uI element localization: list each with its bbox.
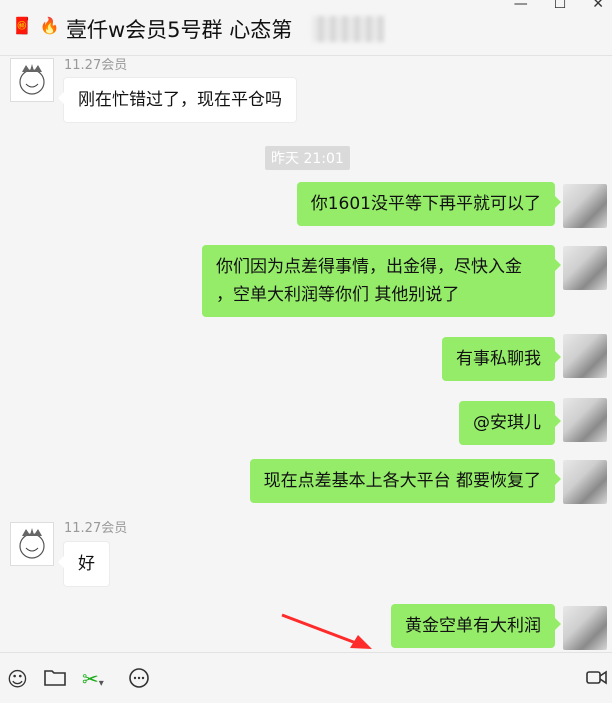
input-toolbar: ☺ ✂▾ xyxy=(0,652,612,703)
chat-title: 壹仟w会员5号群 心态第 xyxy=(66,18,293,42)
message-bubble[interactable]: 刚在忙错过了，现在平仓吗 xyxy=(58,77,297,123)
minimize-button[interactable]: — xyxy=(514,0,528,12)
message-line: 你们因为点差得事情，出金得，尽快入金 xyxy=(216,257,522,277)
message-bubble[interactable]: 你们因为点差得事情，出金得，尽快入金 ，空单大利润等你们 其他别说了 xyxy=(202,245,561,317)
avatar[interactable] xyxy=(563,246,607,290)
close-button[interactable]: ✕ xyxy=(592,0,604,12)
emoji-icon[interactable]: ☺ xyxy=(7,667,28,691)
avatar[interactable] xyxy=(10,58,54,102)
red-arrow-annotation xyxy=(281,613,372,649)
maximize-button[interactable]: ☐ xyxy=(554,0,567,12)
sender-name: 11.27会员 xyxy=(64,521,128,536)
message-bubble[interactable]: 好 xyxy=(58,541,110,587)
fire-icon: 🔥 xyxy=(39,16,60,35)
red-envelope-icon: 🧧 xyxy=(12,16,32,35)
sender-name: 11.27会员 xyxy=(64,58,128,73)
message-bubble[interactable]: 黄金空单有大利润 xyxy=(391,604,561,648)
avatar[interactable] xyxy=(563,184,607,228)
blurred-title-tail xyxy=(312,16,384,42)
message-bubble[interactable]: 有事私聊我 xyxy=(442,337,561,381)
avatar[interactable] xyxy=(563,606,607,650)
window-controls: — ☐ ✕ xyxy=(514,0,604,12)
title-bar: 🧧 🔥 壹仟w会员5号群 心态第 — ☐ ✕ xyxy=(0,0,612,56)
title-icons: 🧧 🔥 xyxy=(12,16,60,35)
scissors-icon[interactable]: ✂▾ xyxy=(82,667,104,691)
avatar[interactable] xyxy=(563,460,607,504)
message-line: ，空单大利润等你们 其他别说了 xyxy=(216,285,460,305)
avatar[interactable] xyxy=(10,522,54,566)
chat-area: 11.27会员 刚在忙错过了，现在平仓吗 昨天 21:01 你1601没平等下再… xyxy=(0,56,612,652)
queen-avatar-icon xyxy=(19,64,45,95)
chat-bubble-icon[interactable] xyxy=(128,667,150,694)
avatar[interactable] xyxy=(563,398,607,442)
avatar[interactable] xyxy=(563,334,607,378)
queen-avatar-icon xyxy=(19,528,45,559)
message-bubble[interactable]: 你1601没平等下再平就可以了 xyxy=(296,182,562,226)
message-bubble[interactable]: 现在点差基本上各大平台 都要恢复了 xyxy=(249,459,562,503)
time-separator: 昨天 21:01 xyxy=(265,146,350,170)
folder-icon[interactable] xyxy=(44,667,66,692)
message-bubble[interactable]: @安琪儿 xyxy=(459,401,561,445)
video-call-icon[interactable] xyxy=(586,667,608,692)
